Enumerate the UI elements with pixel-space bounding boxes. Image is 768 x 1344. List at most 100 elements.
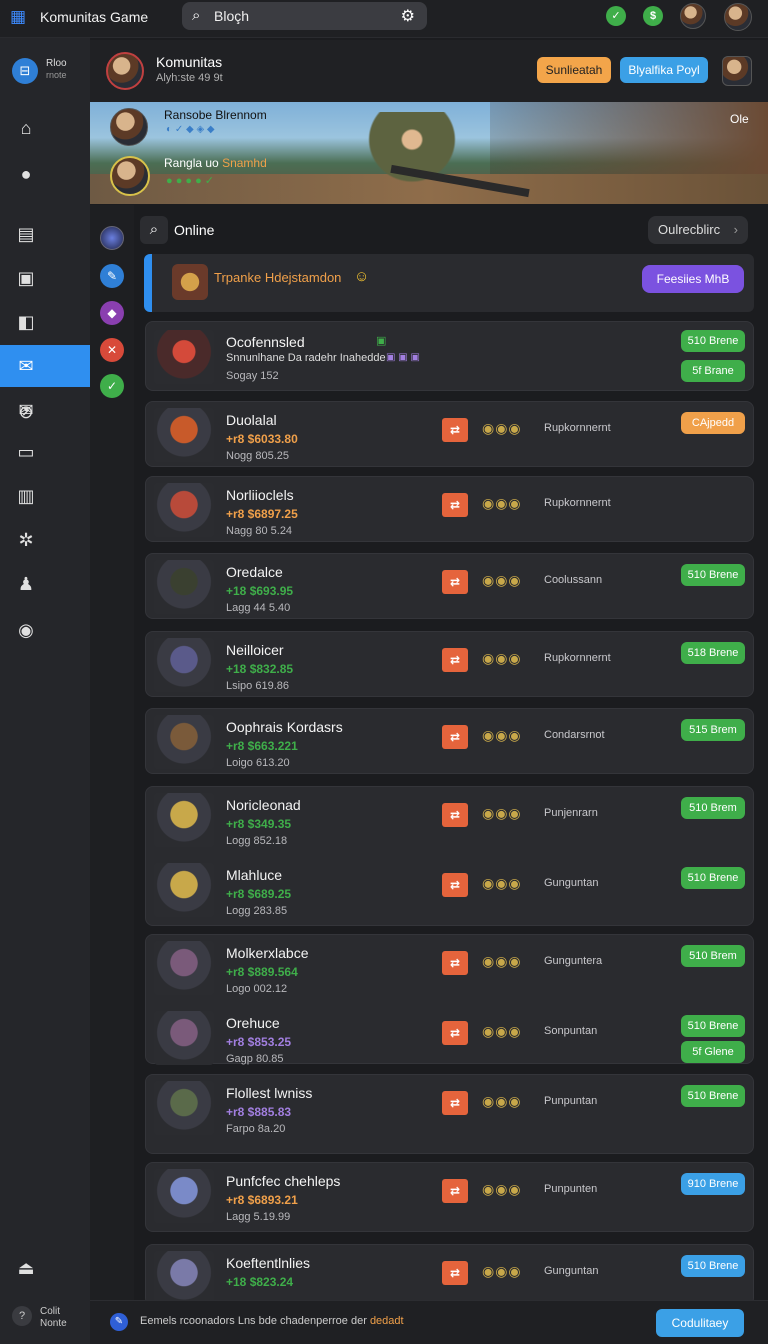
item-name: Ocofennsled (226, 334, 305, 350)
item-name: Oredalce (226, 564, 283, 580)
footer-text-main: Eemels rcoonadors Lns bde chadenperroe d… (140, 1315, 367, 1327)
search-icon[interactable]: ⌕ (140, 216, 168, 244)
sidebar: ⊟ Rloo rnote ⌂ ● ▤ ▣ ◧ ✉ ⊘ ▭ ▥ ✲ ♟ ◉ ⏏ ?… (0, 38, 90, 1344)
trade-icon[interactable]: ⇄ (442, 873, 468, 897)
item-action-button[interactable]: 518 Brene (681, 642, 745, 664)
item-price: +18 $693.95 (226, 584, 294, 598)
item-card[interactable]: Neilloicer +18 $832.85 Lsipo 619.86 ⇄ ◉◉◉ Rup… (145, 631, 754, 697)
sidebar-label: Rloo (46, 58, 67, 69)
reward-icons: ◉◉◉ (482, 650, 522, 666)
promo-button[interactable]: Feesiies MhB (642, 265, 744, 293)
group-avatar[interactable] (106, 52, 144, 90)
item-action-button[interactable]: 510 Brene (681, 867, 745, 889)
game-icon[interactable]: ◆ (100, 301, 124, 325)
item-action-button[interactable]: 510 Brene (681, 1015, 745, 1037)
item-category: Coolussann (544, 574, 603, 586)
trade-icon[interactable]: ⇄ (442, 951, 468, 975)
sidebar-item-active[interactable]: ✉ (0, 345, 90, 387)
chat-icon[interactable]: ◉ (14, 618, 38, 642)
item-card[interactable]: Oredalce +18 $693.95 Lagg 44 5.40 ⇄ ◉◉◉ Coolu… (145, 553, 754, 619)
item-sub: Nagg 80 5.24 (226, 525, 293, 537)
dashboard-icon[interactable]: ▤ (14, 222, 38, 246)
server-avatar[interactable] (100, 226, 124, 250)
top-bar: ▦ Komunitas Game ⌕ Bloçh ⚙ ✓ $ (0, 0, 768, 38)
home-icon[interactable]: ⌂ (14, 116, 38, 140)
trade-icon[interactable]: ⇄ (442, 1021, 468, 1045)
item-name: Punfcfec chehleps (226, 1173, 341, 1189)
trade-icon[interactable]: ⇄ (442, 493, 468, 517)
pen-icon[interactable]: ✎ (100, 264, 124, 288)
sort-label: Oulrecblirc (658, 222, 721, 237)
profile-avatar[interactable] (724, 3, 752, 31)
featured-card[interactable]: Ocofennsled ▣ Snnunlhane Da radehr Inahe… (145, 321, 754, 391)
trade-icon[interactable]: ⇄ (442, 418, 468, 442)
grid-menu-icon[interactable]: ▦ (10, 8, 28, 26)
check-icon[interactable]: ✓ (100, 374, 124, 398)
item-name: Koeftentlnlies (226, 1255, 311, 1271)
folder-icon[interactable]: ▥ (14, 484, 38, 508)
item-action-button[interactable]: 510 Brene (681, 1085, 745, 1107)
item-card[interactable]: Norliioclels +r8 $6897.25 Nagg 80 5.24 ⇄ ◉◉◉… (145, 476, 754, 542)
tool-icon[interactable]: ✕ (100, 338, 124, 362)
trade-icon[interactable]: ⇄ (442, 1091, 468, 1115)
player-avatar-2[interactable] (110, 156, 150, 196)
item-action-button[interactable]: 510 Brene (681, 564, 745, 586)
member-avatar[interactable] (722, 56, 752, 86)
share-button[interactable]: Blyalfika Poyl (620, 57, 708, 83)
item-card[interactable]: Duolalal +r8 $6033.80 Nogg 805.25 ⇄ ◉◉◉ Rupko… (145, 401, 754, 467)
avatar[interactable] (680, 3, 706, 29)
item-card[interactable]: Flollest lwniss +r8 $885.83 Farpo 8a.20 ⇄ ◉◉… (145, 1074, 754, 1154)
group-header: Komunitas Alyh:ste 49 9t Sunlieatah Blya… (90, 40, 768, 102)
item-name: Duolalal (226, 412, 277, 428)
item-action-button[interactable]: 910 Brene (681, 1173, 745, 1195)
item-action-button[interactable]: 515 Brem (681, 719, 745, 741)
cloud-upload-icon[interactable]: ⏏ (14, 1256, 38, 1280)
item-action-button[interactable]: 510 Brem (681, 945, 745, 967)
item-secondary-button[interactable]: 5f Glene (681, 1041, 745, 1063)
item-card[interactable]: Oophrais Kordasrs +r8 $663.221 Loigo 613.2… (145, 708, 754, 774)
help-icon[interactable]: ? (12, 1306, 32, 1326)
join-button[interactable]: Sunlieatah (537, 57, 611, 83)
item-card[interactable]: Punfcfec chehleps +r8 $6893.21 Lagg 5.19.9… (145, 1162, 754, 1232)
item-category: Rupkornnernt (544, 652, 611, 664)
settings-icon[interactable]: ✲ (14, 528, 38, 552)
hero-banner: Ransobe Blrennom ◐ ✓ ◆ ◈ ◆ Rangla uo Sna… (90, 102, 768, 204)
bookmark-icon[interactable]: ◧ (14, 310, 38, 334)
search-input[interactable]: ⌕ Bloçh ⚙ (182, 2, 427, 30)
book-icon[interactable]: ⊟ (12, 58, 38, 84)
action-button[interactable]: 510 Brene (681, 330, 745, 352)
link-icon: ✎ (110, 1313, 128, 1331)
item-sub: Lsipo 619.86 (226, 680, 289, 692)
emoji-icon: ☺ (354, 268, 370, 285)
item-name: Molkerxlabce (226, 945, 309, 961)
trade-icon[interactable]: ⇄ (442, 1179, 468, 1203)
trade-icon[interactable]: ⇄ (442, 1261, 468, 1285)
trade-icon[interactable]: ⇄ (442, 648, 468, 672)
user-icon[interactable]: ● (14, 162, 38, 186)
score-badge-icon[interactable]: $ (643, 6, 663, 26)
gear-icon[interactable]: ⚙ (401, 6, 415, 26)
status-badge-icon[interactable]: ✓ (606, 6, 626, 26)
item-card[interactable]: Noricleonad +r8 $349.35 Logg 852.18 ⇄ ◉◉◉ Pun… (145, 786, 754, 926)
item-action-button[interactable]: 510 Brem (681, 797, 745, 819)
secondary-button[interactable]: 5f Brane (681, 360, 745, 382)
sort-dropdown[interactable]: Oulrecblirc › (648, 216, 748, 244)
player-avatar[interactable] (110, 108, 148, 146)
footer-button[interactable]: Codulitaey (656, 1309, 744, 1337)
item-action-button[interactable]: 510 Brene (681, 1255, 745, 1277)
compass-icon[interactable]: ⊘ (14, 400, 38, 424)
item-price: +r8 $349.35 (226, 817, 292, 831)
item-card[interactable]: Koeftentlnlies +18 $823.24 ⇄ ◉◉◉ Gunguntan 51… (145, 1244, 754, 1306)
trade-icon[interactable]: ⇄ (442, 725, 468, 749)
item-card[interactable]: Molkerxlabce +r8 $889.564 Logo 002.12 ⇄ ◉◉◉ G… (145, 934, 754, 1065)
banner-line2-text: Rangla uo (164, 156, 219, 170)
monitor-icon[interactable]: ▭ (14, 440, 38, 464)
store-icon[interactable]: ▣ (14, 266, 38, 290)
item-sub: Logo 002.12 (226, 983, 288, 995)
trade-icon[interactable]: ⇄ (442, 570, 468, 594)
trophy-icon (172, 264, 208, 300)
reward-icons: ◉◉◉ (482, 727, 522, 743)
trade-icon[interactable]: ⇄ (442, 803, 468, 827)
person-icon[interactable]: ♟ (14, 572, 38, 596)
item-action-button[interactable]: CAjpedd (681, 412, 745, 434)
